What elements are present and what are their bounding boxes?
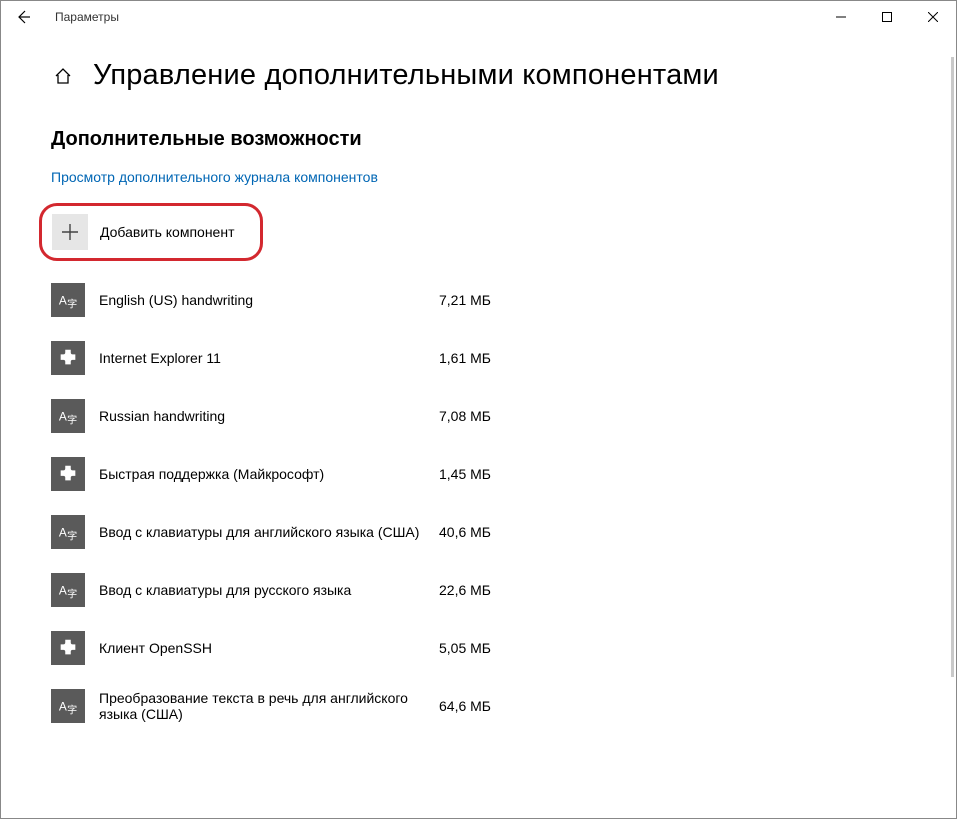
- home-button[interactable]: [51, 64, 75, 88]
- maximize-button[interactable]: [864, 1, 910, 33]
- font-icon: A字: [51, 283, 85, 317]
- feature-size: 64,6 МБ: [439, 698, 491, 714]
- font-icon: A字: [51, 689, 85, 723]
- feature-item[interactable]: Internet Explorer 111,61 МБ: [51, 341, 906, 375]
- feature-size: 1,45 МБ: [439, 466, 491, 482]
- feature-size: 40,6 МБ: [439, 524, 491, 540]
- font-icon: A字: [51, 399, 85, 433]
- svg-text:A: A: [59, 700, 67, 714]
- plugin-icon: [51, 631, 85, 665]
- feature-item[interactable]: A字 Ввод с клавиатуры для русского языка22…: [51, 573, 906, 607]
- plugin-icon: [51, 457, 85, 491]
- add-feature-label: Добавить компонент: [100, 224, 234, 240]
- feature-label: Ввод с клавиатуры для русского языка: [99, 582, 439, 598]
- plus-icon: [52, 214, 88, 250]
- plugin-icon: [51, 341, 85, 375]
- feature-label: Преобразование текста в речь для английс…: [99, 690, 439, 722]
- svg-text:A: A: [59, 526, 67, 540]
- history-link[interactable]: Просмотр дополнительного журнала компоне…: [51, 169, 378, 185]
- svg-text:字: 字: [67, 587, 77, 600]
- window-title: Параметры: [55, 10, 119, 24]
- svg-text:字: 字: [67, 297, 77, 310]
- feature-size: 5,05 МБ: [439, 640, 491, 656]
- feature-label: Russian handwriting: [99, 408, 439, 424]
- titlebar: Параметры: [1, 1, 956, 33]
- feature-list: A字English (US) handwriting7,21 МБInterne…: [51, 283, 906, 723]
- svg-text:字: 字: [67, 703, 77, 716]
- minimize-button[interactable]: [818, 1, 864, 33]
- scrollbar[interactable]: [940, 57, 954, 797]
- feature-item[interactable]: A字 Преобразование текста в речь для англи…: [51, 689, 906, 723]
- feature-item[interactable]: A字 English (US) handwriting7,21 МБ: [51, 283, 906, 317]
- svg-text:A: A: [59, 294, 67, 308]
- section-title: Дополнительные возможности: [51, 128, 906, 151]
- feature-label: Клиент OpenSSH: [99, 640, 439, 656]
- feature-label: Быстрая поддержка (Майкрософт): [99, 466, 439, 482]
- feature-label: English (US) handwriting: [99, 292, 439, 308]
- feature-item[interactable]: A字 Russian handwriting7,08 МБ: [51, 399, 906, 433]
- feature-item[interactable]: A字 Ввод с клавиатуры для английского язык…: [51, 515, 906, 549]
- back-button[interactable]: [9, 3, 37, 31]
- svg-text:字: 字: [67, 529, 77, 542]
- feature-size: 1,61 МБ: [439, 350, 491, 366]
- feature-size: 7,08 МБ: [439, 408, 491, 424]
- svg-text:A: A: [59, 410, 67, 424]
- feature-label: Internet Explorer 11: [99, 350, 439, 366]
- page-title: Управление дополнительными компонентами: [93, 59, 719, 92]
- svg-text:字: 字: [67, 413, 77, 426]
- feature-size: 7,21 МБ: [439, 292, 491, 308]
- add-feature-button[interactable]: Добавить компонент: [39, 203, 263, 261]
- font-icon: A字: [51, 573, 85, 607]
- font-icon: A字: [51, 515, 85, 549]
- feature-item[interactable]: Быстрая поддержка (Майкрософт)1,45 МБ: [51, 457, 906, 491]
- feature-item[interactable]: Клиент OpenSSH5,05 МБ: [51, 631, 906, 665]
- svg-text:A: A: [59, 584, 67, 598]
- feature-label: Ввод с клавиатуры для английского языка …: [99, 524, 439, 540]
- feature-size: 22,6 МБ: [439, 582, 491, 598]
- close-button[interactable]: [910, 1, 956, 33]
